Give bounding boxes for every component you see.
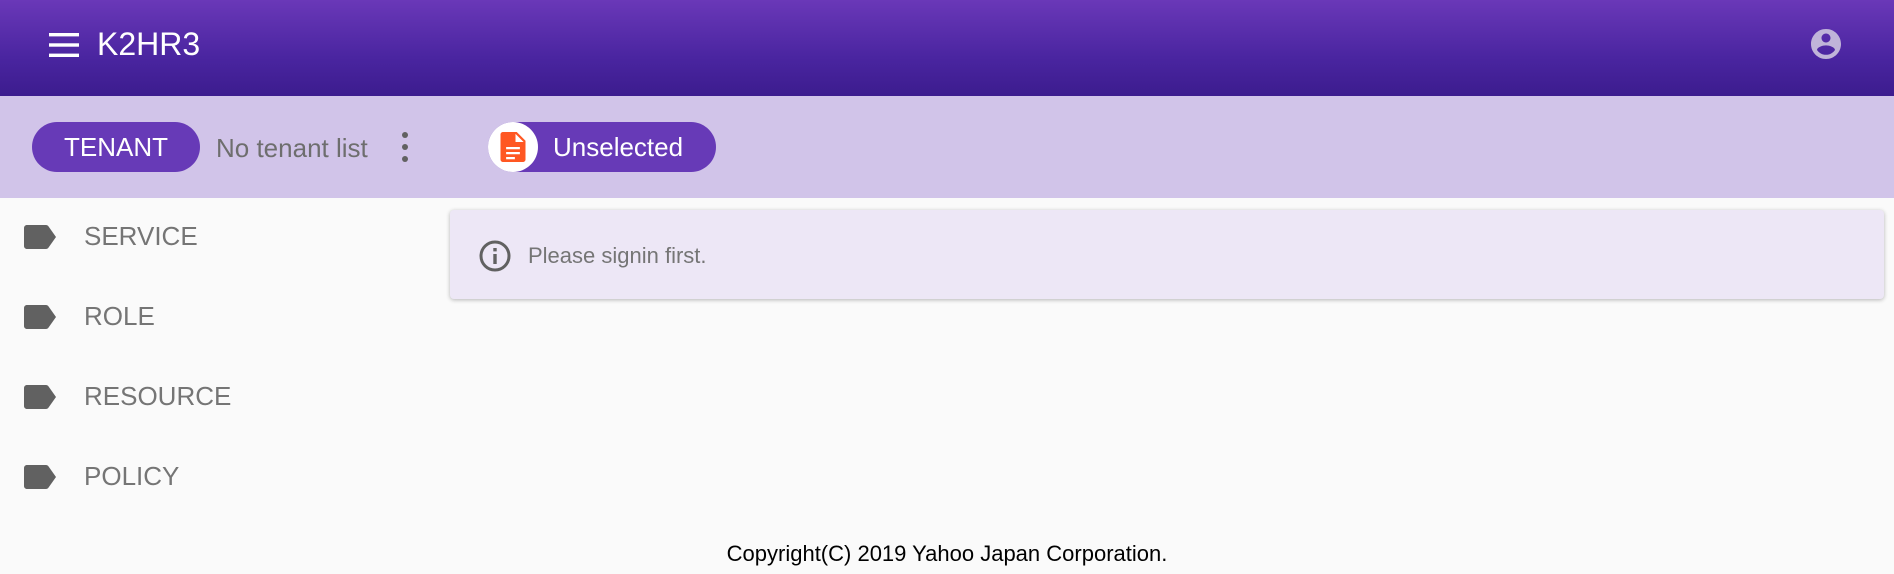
sidebar-item-label: ROLE — [84, 301, 155, 331]
chip-avatar — [488, 122, 538, 172]
label-tag-icon — [24, 385, 56, 409]
tenant-button[interactable]: TENANT — [32, 122, 200, 172]
account-circle-icon[interactable] — [1808, 26, 1844, 62]
sidebar-item-policy[interactable]: POLICY — [0, 446, 440, 506]
sidebar-item-label: SERVICE — [84, 221, 198, 251]
alert-message: Please signin first. — [528, 243, 707, 268]
tenant-status-text: No tenant list — [216, 133, 368, 163]
label-tag-icon — [24, 465, 56, 489]
app-title: K2HR3 — [97, 26, 201, 62]
label-tag-icon — [24, 305, 56, 329]
menu-icon[interactable] — [46, 30, 82, 60]
label-tag-icon — [24, 225, 56, 249]
tenant-toolbar: TENANT No tenant list Unselected — [0, 96, 1894, 198]
sidebar-item-role[interactable]: ROLE — [0, 286, 440, 346]
document-icon — [500, 132, 526, 162]
app-bar: K2HR3 — [0, 0, 1894, 96]
sidebar-item-service[interactable]: SERVICE — [0, 206, 440, 266]
more-vert-icon[interactable] — [396, 130, 414, 164]
footer-copyright: Copyright(C) 2019 Yahoo Japan Corporatio… — [726, 541, 1168, 566]
sidebar-item-label: POLICY — [84, 461, 180, 491]
signin-alert: Please signin first. — [450, 210, 1884, 299]
info-outline-icon — [479, 240, 511, 272]
selection-chip-label: Unselected — [553, 132, 684, 162]
selection-chip[interactable]: Unselected — [488, 122, 716, 172]
sidebar-item-label: RESOURCE — [84, 381, 232, 411]
sidebar-item-resource[interactable]: RESOURCE — [0, 366, 440, 426]
